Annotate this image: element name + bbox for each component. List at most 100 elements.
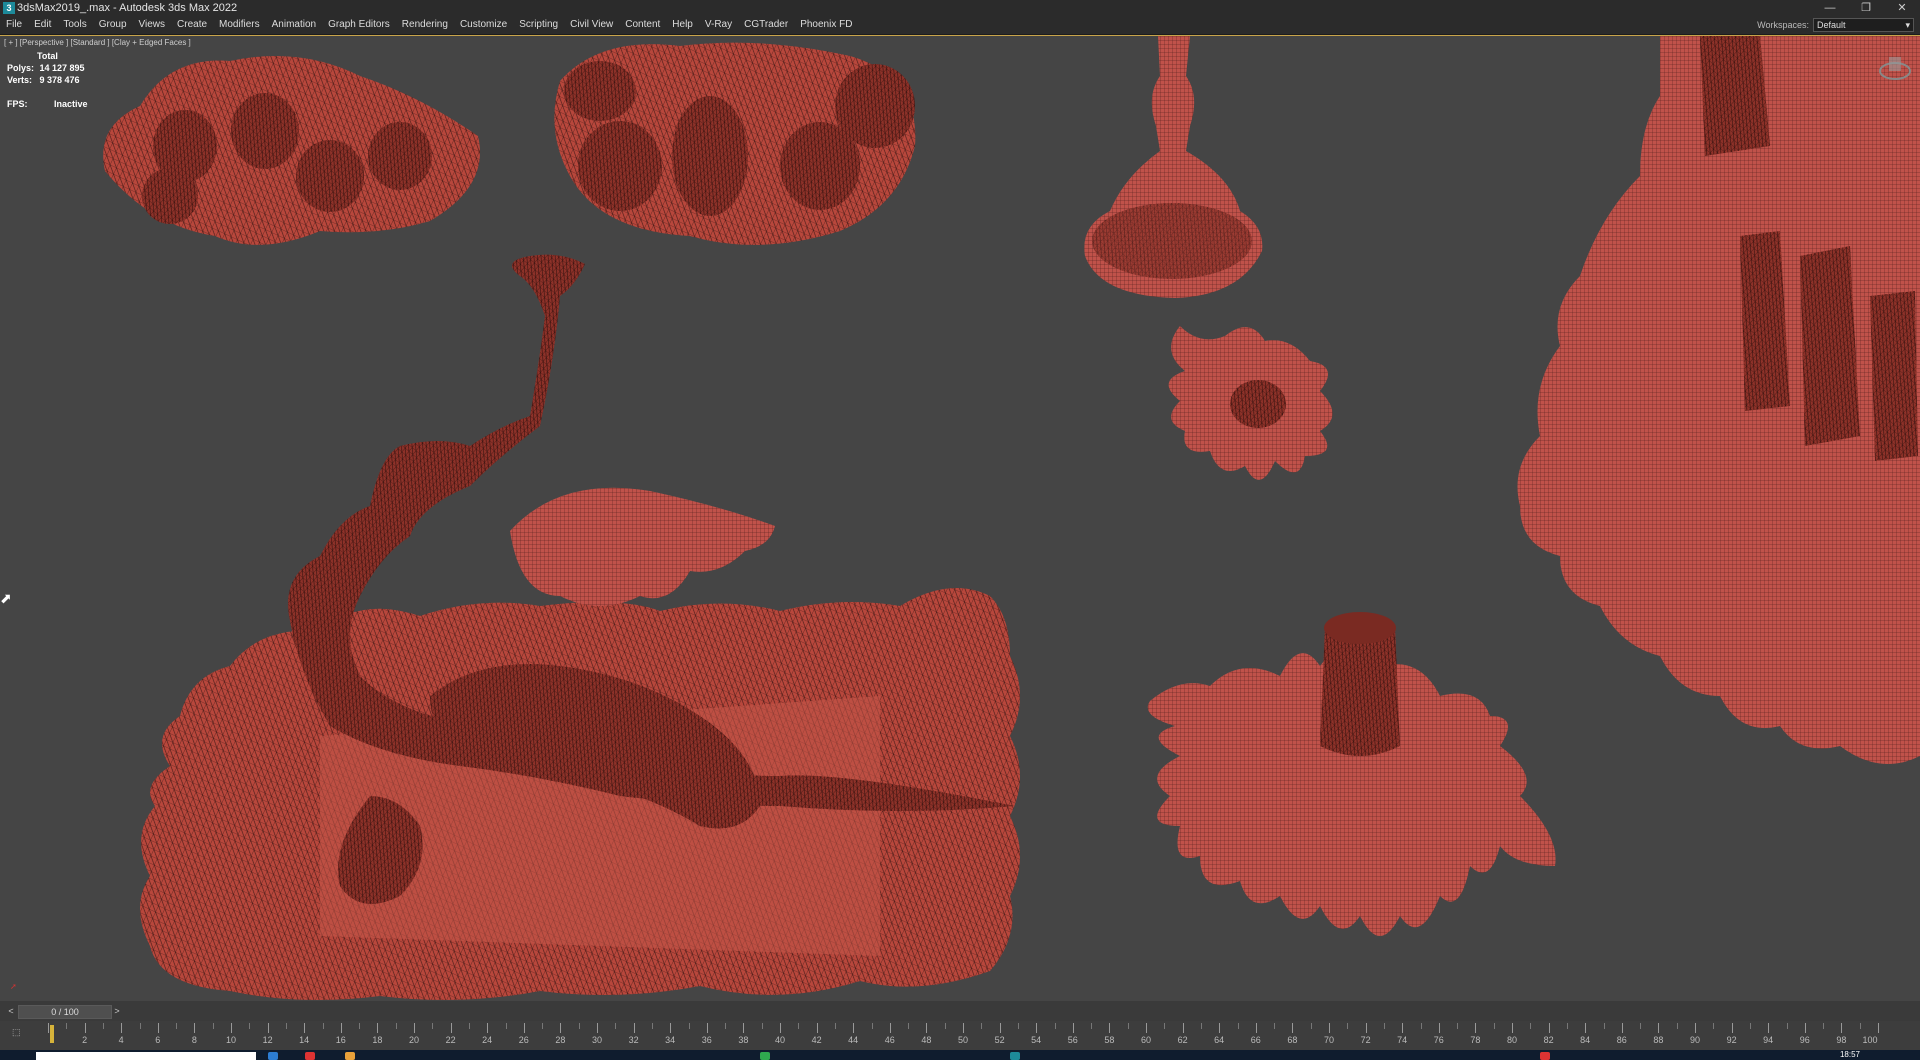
menu-item-create[interactable]: Create (177, 16, 207, 34)
menu-item-modifiers[interactable]: Modifiers (219, 16, 260, 34)
skull-pile-left[interactable] (103, 56, 480, 245)
frame-tick-label: 84 (1580, 1035, 1591, 1045)
skull-pile-center[interactable] (554, 42, 916, 245)
frame-tick (706, 1023, 708, 1033)
frame-tick-label: 28 (555, 1035, 566, 1045)
frame-tick (1292, 1023, 1294, 1033)
menu-item-help[interactable]: Help (672, 16, 693, 34)
frame-tick (267, 1023, 269, 1033)
close-icon[interactable]: ✕ (1884, 0, 1920, 16)
menu-item-phoenix-fd[interactable]: Phoenix FD (800, 16, 852, 34)
menu-item-views[interactable]: Views (139, 16, 166, 34)
frame-tick-label: 98 (1836, 1035, 1847, 1045)
frame-ruler[interactable]: 2 4 6 8 10 12 14 16 18 20 22 24 26 28 30 32 34 36 38 40 42 44… (48, 1023, 1879, 1049)
chrome-icon[interactable] (305, 1052, 315, 1060)
workspace-dropdown[interactable]: Default (1813, 18, 1914, 32)
frame-tick (944, 1023, 946, 1029)
time-slider-prev-button[interactable]: < (6, 1006, 16, 1016)
fps-value: Inactive (54, 99, 88, 109)
dragon-tray[interactable] (140, 254, 1020, 1000)
scene-canvas[interactable] (0, 36, 1920, 1001)
perspective-viewport[interactable]: [ + ] [Perspective ] [Standard ] [Clay +… (0, 35, 1920, 1001)
menu-item-graph-editors[interactable]: Graph Editors (328, 16, 390, 34)
menu-item-rendering[interactable]: Rendering (402, 16, 448, 34)
explorer-icon[interactable] (268, 1052, 278, 1060)
frame-tick-label: 38 (738, 1035, 749, 1045)
frame-tick-label: 22 (445, 1035, 456, 1045)
frame-tick-label: 18 (372, 1035, 383, 1045)
frame-tick (688, 1023, 690, 1029)
menu-item-content[interactable]: Content (625, 16, 660, 34)
frame-tick-label: 96 (1799, 1035, 1810, 1045)
track-bar[interactable]: ⬚ 2 4 6 8 10 12 14 16 18 20 22 24 26 28 30 32 34 36 38 40 42… (0, 1021, 1920, 1050)
app-icon[interactable]: 3 (3, 2, 15, 14)
folder-icon[interactable] (345, 1052, 355, 1060)
frame-tick-label: 34 (665, 1035, 676, 1045)
frame-tick-label: 30 (591, 1035, 603, 1045)
menu-item-scripting[interactable]: Scripting (519, 16, 558, 34)
viewport-label[interactable]: [ + ] [Perspective ] [Standard ] [Clay +… (4, 38, 191, 47)
candlestick-stand[interactable] (1084, 36, 1263, 298)
frame-tick (1731, 1023, 1733, 1033)
frame-tick (1329, 1023, 1330, 1033)
frame-tick (1603, 1023, 1605, 1029)
frame-tick (468, 1023, 470, 1029)
menu-item-file[interactable]: File (6, 16, 22, 34)
app-icon-red[interactable] (1540, 1052, 1550, 1060)
menu-item-animation[interactable]: Animation (272, 16, 316, 34)
axis-tripod-icon: ➚ (10, 982, 17, 991)
wax-splat-large[interactable] (1147, 612, 1556, 936)
frame-tick-label: 92 (1726, 1035, 1737, 1045)
frame-tick (523, 1023, 525, 1033)
current-frame-marker[interactable] (50, 1025, 54, 1043)
workspace-selector: Workspaces: Default (1757, 16, 1914, 34)
taskbar-search-box[interactable] (36, 1052, 256, 1060)
menu-item-civil-view[interactable]: Civil View (570, 16, 613, 34)
frame-tick (1274, 1023, 1276, 1029)
time-slider[interactable]: < 0 / 100 > (0, 1001, 1920, 1021)
frame-tick (102, 1023, 104, 1029)
frame-tick (1255, 1023, 1257, 1033)
frame-tick (1219, 1023, 1221, 1033)
frame-tick (414, 1023, 415, 1033)
menu-item-v-ray[interactable]: V-Ray (705, 16, 732, 34)
frame-tick-label: 46 (884, 1035, 895, 1045)
frame-tick (761, 1023, 763, 1029)
frame-tick-label: 68 (1287, 1035, 1298, 1045)
frame-tick (1786, 1023, 1788, 1029)
menu-item-customize[interactable]: Customize (460, 16, 507, 34)
frame-tick (1749, 1023, 1751, 1029)
frame-tick (725, 1023, 727, 1029)
3ds-max-taskbar-icon[interactable] (1010, 1052, 1020, 1060)
menu-item-cgtrader[interactable]: CGTrader (744, 16, 788, 34)
frame-tick-label: 12 (262, 1035, 273, 1045)
wax-splat-small[interactable] (1168, 326, 1333, 480)
melted-candles-cluster[interactable] (1517, 36, 1920, 764)
frame-tick-label: 100 (1862, 1035, 1878, 1045)
frame-tick (395, 1023, 397, 1029)
frame-tick (926, 1023, 928, 1033)
frame-tick (1841, 1023, 1843, 1033)
key-filter-icon[interactable]: ⬚ (12, 1027, 30, 1043)
viewcube-icon[interactable] (1878, 51, 1912, 85)
frame-tick (1072, 1023, 1074, 1033)
frame-tick (1164, 1023, 1166, 1029)
menu-item-edit[interactable]: Edit (34, 16, 51, 34)
frame-tick (249, 1023, 251, 1029)
restore-icon[interactable]: ❐ (1848, 0, 1884, 16)
frame-tick-label: 64 (1214, 1035, 1225, 1045)
frame-tick (542, 1023, 544, 1029)
frame-tick-label: 82 (1543, 1035, 1554, 1045)
frame-tick-label: 8 (191, 1035, 197, 1045)
menu-item-group[interactable]: Group (99, 16, 127, 34)
frame-tick-label: 26 (518, 1035, 529, 1045)
frame-tick (1457, 1023, 1459, 1029)
app-icon-green[interactable] (760, 1052, 770, 1060)
frame-tick-label: 72 (1360, 1035, 1371, 1045)
time-slider-next-button[interactable]: > (112, 1006, 122, 1016)
time-slider-thumb[interactable]: 0 / 100 (18, 1005, 112, 1019)
minimize-icon[interactable]: — (1812, 0, 1848, 16)
verts-label: Verts: (7, 75, 33, 85)
menu-item-tools[interactable]: Tools (63, 16, 86, 34)
frame-tick (176, 1023, 178, 1029)
